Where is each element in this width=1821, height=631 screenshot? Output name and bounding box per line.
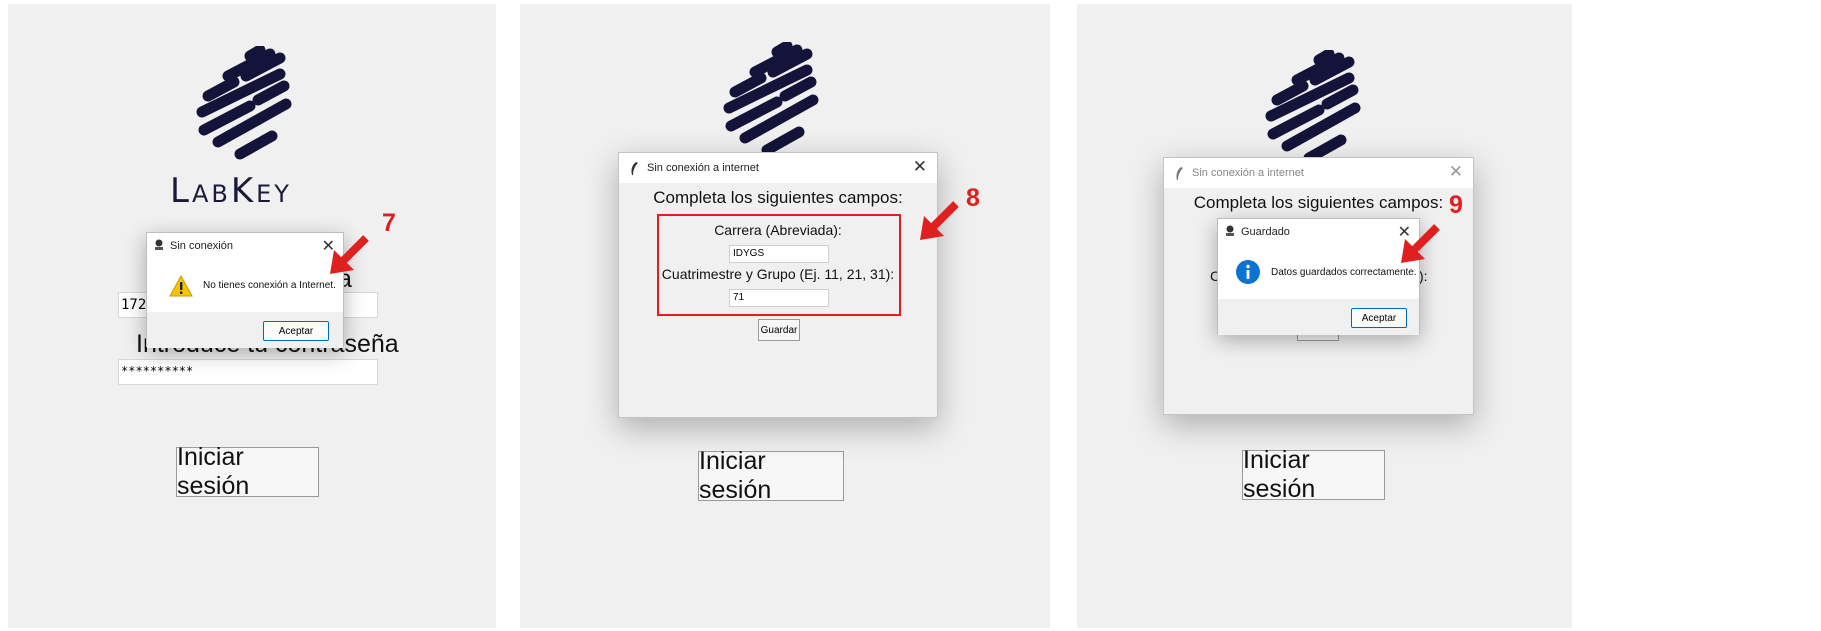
- dialog-titlebar: Guardado ✕: [1218, 219, 1419, 245]
- login-button[interactable]: Iniciar sesión: [698, 447, 844, 504]
- dialog-body: Datos guardados correctamente.: [1218, 245, 1419, 299]
- labkey-logo-icon: [723, 42, 819, 156]
- form-heading: Completa los siguientes campos:: [1193, 193, 1444, 212]
- accept-button[interactable]: Aceptar: [1351, 308, 1407, 328]
- login-button[interactable]: Iniciar sesión: [1242, 446, 1385, 503]
- label-fragment-right: ):: [1419, 268, 1428, 284]
- login-button[interactable]: Iniciar sesión: [176, 443, 319, 500]
- step-number: 9: [1449, 191, 1463, 219]
- accept-button[interactable]: Aceptar: [263, 321, 329, 341]
- close-icon[interactable]: ✕: [1449, 162, 1463, 182]
- dialog-message: No tienes conexión a Internet.: [203, 280, 336, 291]
- form-heading: Completa los siguientes campos:: [653, 188, 903, 207]
- dialog-footer: Aceptar: [1218, 299, 1419, 335]
- pointer-arrow-icon: [920, 201, 959, 240]
- feather-icon: [1172, 166, 1186, 180]
- dialog-message: Datos guardados correctamente.: [1271, 266, 1417, 278]
- app-icon: [154, 239, 164, 254]
- screen-panel-1: LabKey a 172 Introduce tu contraseña ***…: [8, 4, 496, 628]
- password-input[interactable]: **********: [118, 359, 378, 385]
- labkey-logo-icon: [1265, 50, 1361, 164]
- dialog-title: Guardado: [1241, 226, 1290, 238]
- no-connection-dialog: Sin conexión ✕ No tienes conexión a Inte…: [146, 232, 344, 348]
- feather-icon: [627, 161, 641, 175]
- step-number: 7: [382, 209, 396, 237]
- warning-icon: [169, 274, 193, 296]
- window-titlebar: Sin conexión a internet ✕: [1164, 158, 1473, 188]
- window-title: Sin conexión a internet: [1192, 167, 1304, 179]
- step-number: 8: [966, 184, 980, 212]
- window-title: Sin conexión a internet: [647, 162, 759, 174]
- info-icon: [1236, 260, 1260, 284]
- screen-panel-3: Iniciar sesión Sin conexión a internet ✕…: [1077, 4, 1572, 628]
- app-icon: [1225, 225, 1235, 240]
- dialog-title: Sin conexión: [170, 240, 233, 252]
- screen-panel-2: Iniciar sesión Sin conexión a internet ✕…: [520, 4, 1050, 628]
- saved-dialog: Guardado ✕ Datos guardados correctamente…: [1217, 218, 1420, 335]
- window-titlebar: Sin conexión a internet ✕: [619, 153, 937, 183]
- labkey-logo-text: LabKey: [170, 171, 292, 211]
- dialog-footer: Aceptar: [147, 312, 343, 348]
- pointer-arrow-icon: [330, 235, 369, 274]
- dialog-body: No tienes conexión a Internet.: [147, 259, 343, 312]
- pointer-arrow-icon: [1401, 224, 1440, 263]
- save-button[interactable]: Guardar: [758, 319, 800, 341]
- labkey-logo-icon: [196, 46, 292, 160]
- dialog-titlebar: Sin conexión ✕: [147, 233, 343, 259]
- close-icon[interactable]: ✕: [913, 157, 927, 177]
- highlight-box: [657, 214, 901, 316]
